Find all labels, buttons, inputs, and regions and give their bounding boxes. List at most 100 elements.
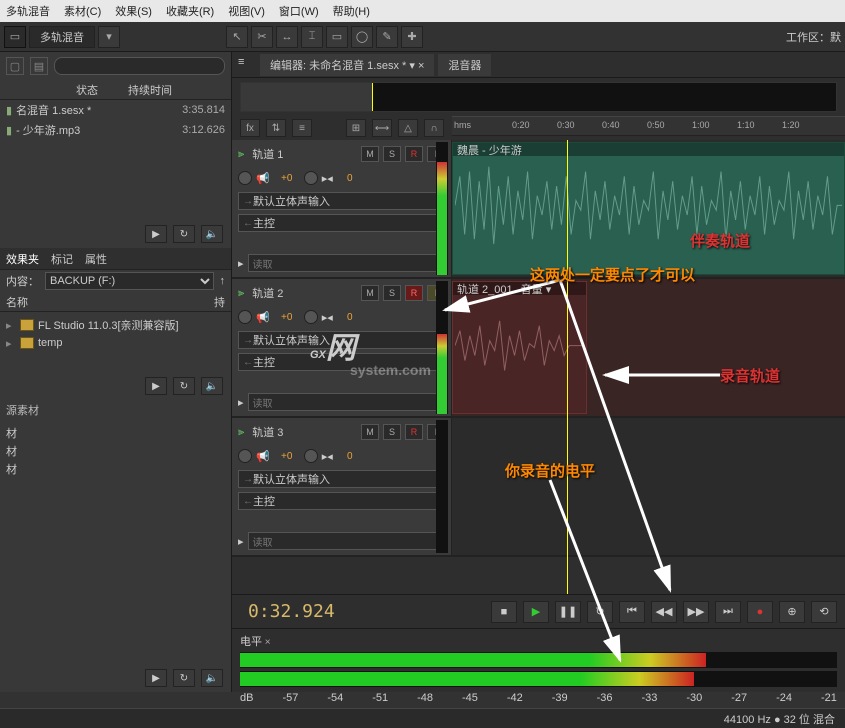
input-select[interactable]: → 默认立体声输入 [238, 470, 445, 488]
browser-play-button[interactable]: ▶ [145, 377, 167, 395]
arm-record-button[interactable]: R [405, 146, 423, 162]
tab-dropdown-icon[interactable]: ▾ [409, 60, 415, 72]
menu-favorites[interactable]: 收藏夹(R) [166, 3, 214, 19]
preview-auto-button[interactable]: 🔈 [201, 225, 223, 243]
loop-button[interactable]: ↻ [587, 601, 613, 623]
volume-value[interactable]: +0 [274, 312, 300, 323]
skip-back-button[interactable]: ⏮ [619, 601, 645, 623]
tree-col-dur[interactable]: 持 [214, 294, 225, 310]
tab-markers[interactable]: 标记 [51, 251, 73, 267]
tab-properties[interactable]: 属性 [85, 251, 107, 267]
editor-tab-session[interactable]: 编辑器: 未命名混音 1.sesx * ▾ × [260, 54, 434, 76]
tool-time[interactable]: ⌶ [301, 26, 323, 48]
track-name[interactable]: 轨道 3 [248, 424, 357, 440]
record-button[interactable]: ● [747, 601, 773, 623]
solo-button[interactable]: S [383, 424, 401, 440]
volume-value[interactable]: +0 [274, 451, 300, 462]
content-up-icon[interactable]: ↑ [220, 275, 226, 287]
multitrack-mode-chip[interactable]: 多轨混音 [29, 26, 95, 48]
playhead[interactable] [567, 140, 568, 594]
preview-play-button[interactable]: ▶ [145, 225, 167, 243]
volume-knob[interactable] [238, 310, 252, 324]
tab-close-icon[interactable]: × [418, 60, 424, 72]
tool-eq[interactable]: ≡ [292, 119, 312, 137]
assets-loop-button[interactable]: ↻ [173, 669, 195, 687]
menu-window[interactable]: 窗口(W) [279, 3, 319, 19]
track-lane[interactable] [452, 418, 845, 555]
track-lane[interactable]: 轨道 2_001音量 ▾ [452, 279, 845, 416]
volume-knob[interactable] [238, 171, 252, 185]
browser-loop-button[interactable]: ↻ [173, 377, 195, 395]
input-select[interactable]: → 默认立体声输入 [238, 331, 445, 349]
automation-mode[interactable]: ▸ [238, 257, 244, 270]
mute-button[interactable]: M [361, 146, 379, 162]
waveform-view-button[interactable]: ▭ [4, 26, 26, 48]
pan-knob[interactable] [304, 449, 318, 463]
tool-ripple[interactable]: ⟷ [372, 119, 392, 137]
tool-lasso[interactable]: ◯ [351, 26, 373, 48]
track-name[interactable]: 轨道 2 [248, 285, 357, 301]
tool-razor[interactable]: ✂ [251, 26, 273, 48]
tool-heal[interactable]: ✚ [401, 26, 423, 48]
read-mode[interactable]: 读取 [248, 254, 445, 272]
menu-effects[interactable]: 效果(S) [115, 3, 152, 19]
pan-value[interactable]: 0 [337, 312, 363, 323]
menu-clip[interactable]: 素材(C) [64, 3, 101, 19]
timeline-ruler[interactable]: hms 0:20 0:30 0:40 0:50 1:00 1:10 1:20 [452, 116, 845, 136]
tool-metronome[interactable]: △ [398, 119, 418, 137]
arm-record-button[interactable]: R [405, 285, 423, 301]
mute-button[interactable]: M [361, 424, 379, 440]
asset-row[interactable]: 材 [6, 424, 225, 442]
tool-snap[interactable]: ⊞ [346, 119, 366, 137]
automation-mode[interactable]: ▸ [238, 396, 244, 409]
solo-button[interactable]: S [383, 285, 401, 301]
editor-tab-mixer[interactable]: 混音器 [438, 54, 491, 76]
track-lane[interactable]: 魏晨 - 少年游 [452, 140, 845, 277]
forward-button[interactable]: ▶▶ [683, 601, 709, 623]
metronome-button[interactable]: ⟲ [811, 601, 837, 623]
tree-col-name[interactable]: 名称 [6, 294, 184, 310]
automation-mode[interactable]: ▸ [238, 535, 244, 548]
skip-fwd-button[interactable]: ⏭ [715, 601, 741, 623]
track-name[interactable]: 轨道 1 [248, 146, 357, 162]
tree-row[interactable]: ▸FL Studio 11.0.3[亲测兼容版] [6, 316, 225, 334]
punch-button[interactable]: ⊕ [779, 601, 805, 623]
tool-move[interactable]: ↖ [226, 26, 248, 48]
editor-menu-icon[interactable]: ≡ [238, 56, 256, 74]
read-mode[interactable]: 读取 [248, 532, 445, 550]
output-select[interactable]: ← 主控 [238, 214, 445, 232]
overview-selection[interactable] [241, 83, 372, 111]
toolbar-dropdown[interactable]: ▾ [98, 26, 120, 48]
tree-row[interactable]: ▸temp [6, 334, 225, 352]
arm-record-button[interactable]: R [405, 424, 423, 440]
output-select[interactable]: ← 主控 [238, 353, 445, 371]
input-select[interactable]: → 默认立体声输入 [238, 192, 445, 210]
mute-button[interactable]: M [361, 285, 379, 301]
tool-marquee[interactable]: ▭ [326, 26, 348, 48]
volume-value[interactable]: +0 [274, 173, 300, 184]
assets-play-button[interactable]: ▶ [145, 669, 167, 687]
volume-knob[interactable] [238, 449, 252, 463]
workspace-value[interactable]: 默 [830, 29, 841, 45]
menu-help[interactable]: 帮助(H) [333, 3, 370, 19]
stop-button[interactable]: ■ [491, 601, 517, 623]
menu-multitrack[interactable]: 多轨混音 [6, 3, 50, 19]
pan-value[interactable]: 0 [337, 173, 363, 184]
pan-value[interactable]: 0 [337, 451, 363, 462]
file-row[interactable]: ▮ 名混音 1.sesx * 3:35.814 [0, 100, 231, 120]
play-button[interactable]: ▶ [523, 601, 549, 623]
files-search-input[interactable] [54, 57, 225, 75]
tool-fx[interactable]: fx [240, 119, 260, 137]
rewind-button[interactable]: ◀◀ [651, 601, 677, 623]
assets-auto-button[interactable]: 🔈 [201, 669, 223, 687]
tab-effects-rack[interactable]: 效果夹 [6, 251, 39, 267]
content-drive-select[interactable]: BACKUP (F:) [45, 272, 214, 290]
solo-button[interactable]: S [383, 146, 401, 162]
overview-playhead[interactable] [372, 83, 373, 111]
audio-clip[interactable]: 魏晨 - 少年游 [452, 142, 845, 275]
asset-row[interactable]: 材 [6, 460, 225, 478]
col-duration[interactable]: 持续时间 [128, 82, 172, 98]
tool-brush[interactable]: ✎ [376, 26, 398, 48]
tool-sends[interactable]: ⇅ [266, 119, 286, 137]
asset-row[interactable]: 材 [6, 442, 225, 460]
